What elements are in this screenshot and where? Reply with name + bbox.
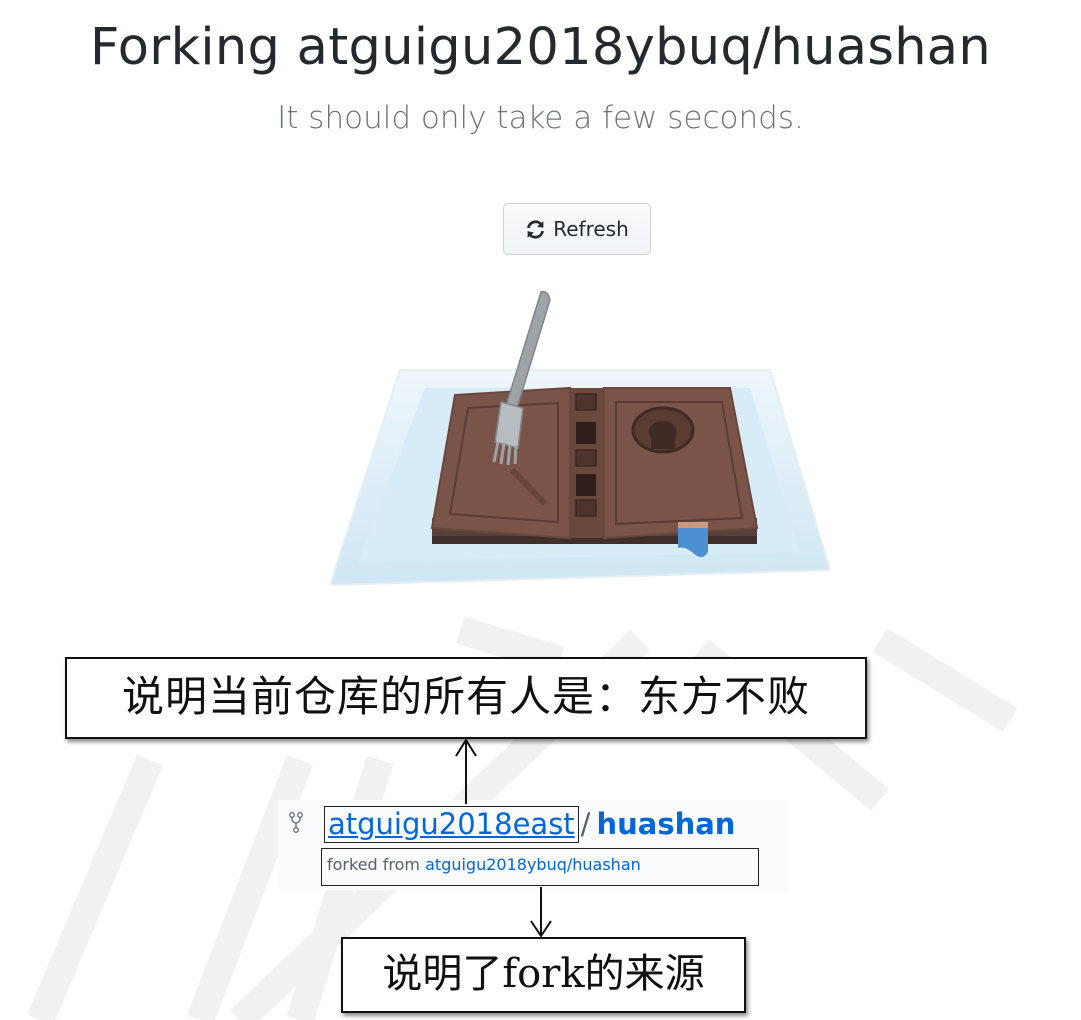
page-title: Forking atguigu2018ybuq/huashan <box>89 18 991 77</box>
refresh-label: Refresh <box>553 217 629 241</box>
repo-title: atguigu2018east / huashan <box>324 806 735 843</box>
repo-owner-link[interactable]: atguigu2018east <box>324 806 579 843</box>
repo-forked-icon <box>289 812 303 839</box>
forked-from-line: forked from atguigu2018ybuq/huashan <box>321 848 759 886</box>
forked-from-link[interactable]: atguigu2018ybuq/huashan <box>425 855 641 874</box>
repo-separator: / <box>580 807 591 841</box>
source-annotation: 说明了fork的来源 <box>341 937 746 1013</box>
sync-icon <box>525 219 546 240</box>
repo-name-link[interactable]: huashan <box>596 807 735 841</box>
refresh-button[interactable]: Refresh <box>503 203 651 255</box>
forking-illustration <box>330 290 830 587</box>
owner-annotation: 说明当前仓库的所有人是：东方不败 <box>65 657 867 739</box>
page-subtitle: It should only take a few seconds. <box>277 100 804 136</box>
forked-from-label: forked from <box>327 855 421 874</box>
